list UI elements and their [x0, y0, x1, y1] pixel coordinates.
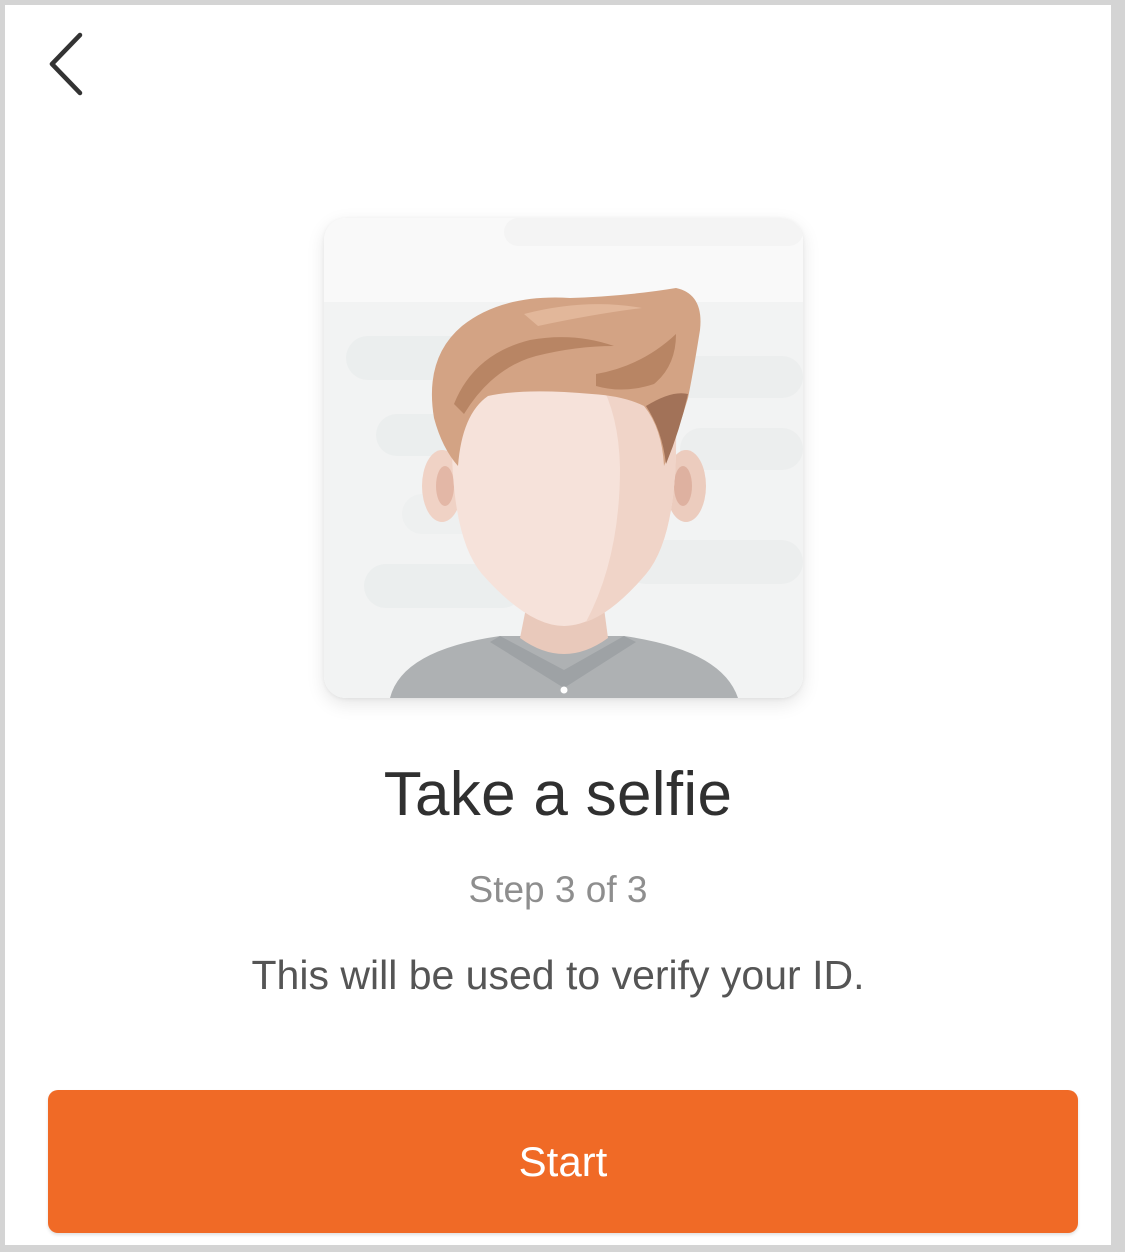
chevron-left-icon: [49, 32, 83, 96]
step-indicator: Step 3 of 3: [468, 869, 648, 910]
step-description: This will be used to verify your ID.: [251, 952, 865, 998]
page-title: Take a selfie: [383, 760, 733, 829]
back-button[interactable]: [31, 19, 101, 109]
start-button[interactable]: Start: [48, 1090, 1078, 1233]
selfie-avatar-illustration: [324, 218, 803, 698]
selfie-step-screen: Take a selfie Step 3 of 3 This will be u…: [5, 5, 1111, 1245]
selfie-illustration-card: [324, 218, 803, 698]
